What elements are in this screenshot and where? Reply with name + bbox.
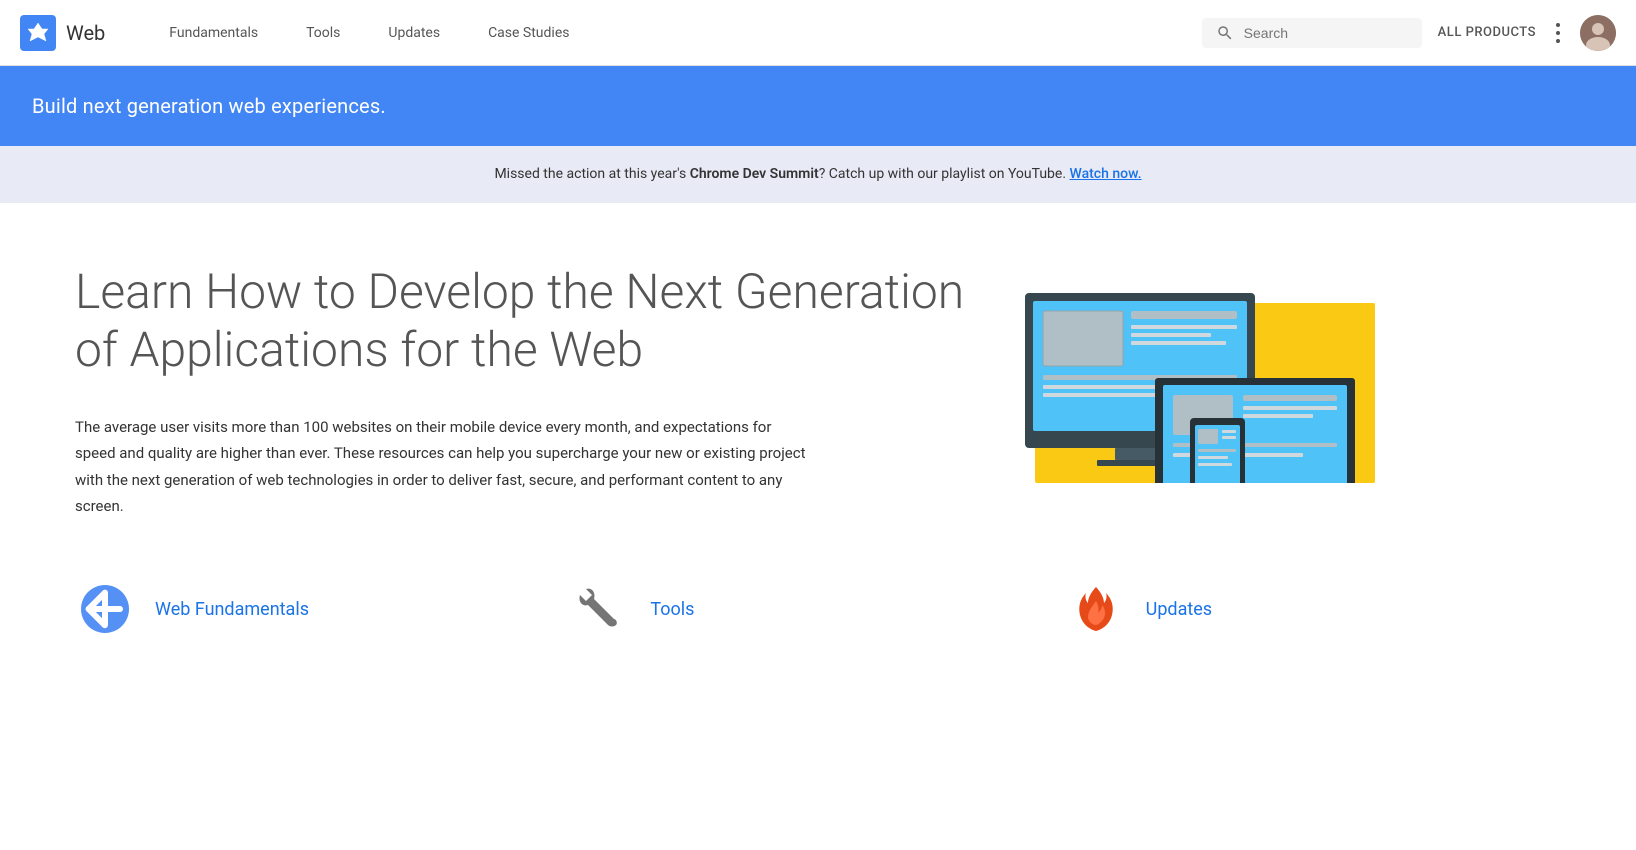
updates-icon [1066, 579, 1126, 639]
user-avatar[interactable] [1580, 15, 1616, 51]
more-vert-icon[interactable] [1552, 19, 1564, 47]
content-grid: Learn How to Develop the Next Generation… [75, 263, 1561, 519]
nav-right: ALL PRODUCTS [1202, 15, 1616, 51]
nav-links: Fundamentals Tools Updates Case Studies [145, 0, 1201, 66]
bottom-cards: Web Fundamentals Tools Updates [75, 579, 1561, 659]
avatar-image [1580, 15, 1616, 51]
all-products-button[interactable]: ALL PRODUCTS [1438, 25, 1536, 40]
nav-item-updates[interactable]: Updates [364, 0, 464, 66]
search-icon [1216, 24, 1234, 42]
nav-item-case-studies[interactable]: Case Studies [464, 0, 593, 66]
content-left: Learn How to Develop the Next Generation… [75, 263, 975, 519]
content-right [1015, 263, 1375, 487]
search-box[interactable] [1202, 18, 1422, 48]
devices-illustration [1015, 263, 1375, 483]
logo-text: Web [66, 21, 105, 45]
search-input[interactable] [1244, 25, 1408, 41]
nav-item-fundamentals[interactable]: Fundamentals [145, 0, 282, 66]
hero-banner-text: Build next generation web experiences. [32, 94, 386, 118]
web-fundamentals-icon [75, 579, 135, 639]
watch-now-link[interactable]: Watch now. [1070, 166, 1142, 182]
notification-bar: Missed the action at this year's Chrome … [0, 146, 1636, 203]
tools-icon [570, 579, 630, 639]
nav-item-tools[interactable]: Tools [282, 0, 364, 66]
main-content: Learn How to Develop the Next Generation… [43, 203, 1593, 699]
updates-label: Updates [1146, 599, 1212, 620]
nav-logo[interactable]: Web [20, 15, 105, 51]
web-fundamentals-label: Web Fundamentals [155, 599, 309, 620]
hero-banner: Build next generation web experiences. [0, 66, 1636, 146]
bottom-card-updates[interactable]: Updates [1066, 579, 1561, 639]
bottom-card-tools[interactable]: Tools [570, 579, 1065, 639]
main-heading: Learn How to Develop the Next Generation… [75, 263, 975, 378]
navbar: Web Fundamentals Tools Updates Case Stud… [0, 0, 1636, 66]
bottom-card-web-fundamentals[interactable]: Web Fundamentals [75, 579, 570, 639]
main-description: The average user visits more than 100 we… [75, 414, 815, 519]
chrome-dev-summit-highlight: Chrome Dev Summit [690, 166, 819, 182]
notification-text: Missed the action at this year's Chrome … [494, 164, 1141, 185]
logo-icon [20, 15, 56, 51]
tools-label: Tools [650, 599, 694, 620]
